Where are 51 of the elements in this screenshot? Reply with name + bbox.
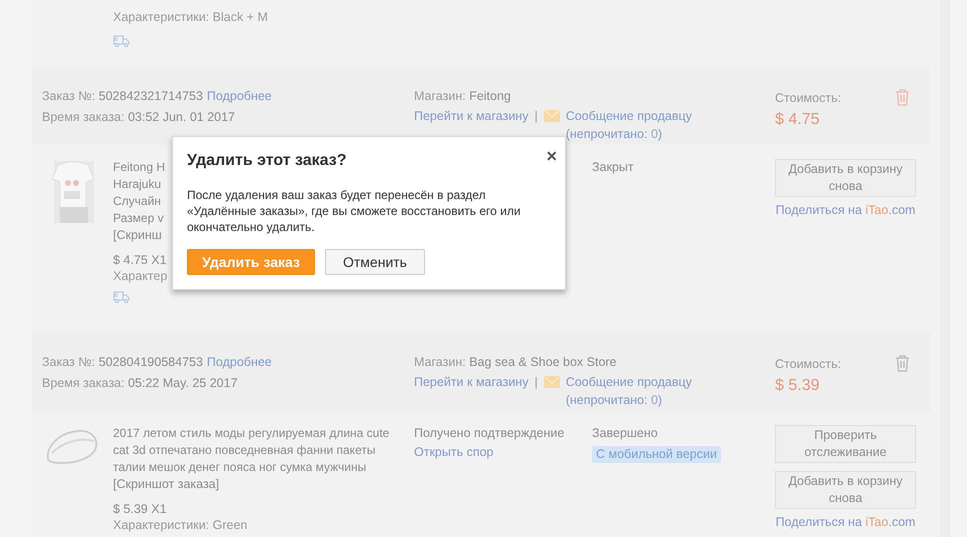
store-name: Магазин: Bag sea & Shoe box Store [414,354,618,371]
order-status: Закрыт [592,159,634,176]
dispute-link[interactable]: Открыть спор [414,444,592,461]
product-title: Harajuku [113,176,162,193]
order-cost: $ 4.75 [775,111,820,129]
trash-icon[interactable] [895,355,910,372]
action-button[interactable]: Добавить в корзину снова [775,159,916,197]
separator: | [534,108,538,125]
close-button[interactable]: × [546,149,557,163]
message-seller-link[interactable]: Сообщение продавцу (непрочитано: 0) [566,373,706,409]
mobile-badge: С мобильной версии [592,446,721,463]
trash-icon[interactable] [895,89,910,106]
order-screenshot-link[interactable]: [Скриншот заказа] [113,476,220,493]
details-link[interactable]: Подробнее [206,87,272,105]
order-status: Завершено [592,425,658,442]
cost-label: Стоимость: [775,356,842,373]
status-text: Получено подтверждение [414,425,566,442]
confirm-delete-button[interactable]: Удалить заказ [187,249,315,275]
order-number: Заказ №: 502804190584753 [42,354,203,371]
share-link[interactable]: Поделиться на iTao.com [775,202,916,219]
order-number: Заказ №: 502842321714753 [42,88,203,105]
separator: | [534,374,538,391]
details-link[interactable]: Подробнее [206,353,272,371]
share-link[interactable]: Поделиться на iTao.com [775,514,916,531]
truck-icon [113,34,130,47]
item-price: $ 4.75 X1 [113,252,167,269]
product-title: Размер v [113,210,165,227]
store-name: Магазин: Feitong [414,88,512,105]
item-specs: Характеристики: Green [113,518,248,533]
order-screenshot-link[interactable]: [Скринш [113,227,162,244]
action-button[interactable]: Добавить в корзину снова [775,471,916,509]
cancel-button[interactable]: Отменить [325,249,425,275]
action-button[interactable]: Проверить отслеживание [775,425,916,463]
order-cost: $ 5.39 [775,377,820,395]
item-price: $ 5.39 X1 [113,501,167,518]
store-link[interactable]: Перейти к магазину [414,373,528,391]
order-time: Время заказа: 05:22 May. 25 2017 [42,375,239,392]
product-title: 2017 летом стиль моды регулируемая длина cute cat 3d отпечатано повседневная фанни пакеты талии мешок денег пояса ног сумка мужчины [113,425,390,476]
cost-label: Стоимость: [775,90,842,107]
product-title: Feitong H [113,159,166,176]
item-specs: Характер [113,269,168,284]
order-time: Время заказа: 03:52 Jun. 01 2017 [42,109,236,126]
envelope-icon [544,376,560,388]
envelope-icon [544,110,560,122]
store-link[interactable]: Перейти к магазину [414,107,528,125]
product-title: Случайн [113,193,162,210]
message-seller-link[interactable]: Сообщение продавцу (непрочитано: 0) [566,107,706,143]
waist-bag-photo [44,427,100,467]
item-specs: Характеристики: Black + M [113,9,269,26]
dialog-title: Удалить этот заказ? [187,151,346,171]
dialog-message: После удаления ваш заказ будет перенесён в раздел «Удалённые заказы», где вы сможете восстановить его или окончательно удалить. [187,187,522,235]
